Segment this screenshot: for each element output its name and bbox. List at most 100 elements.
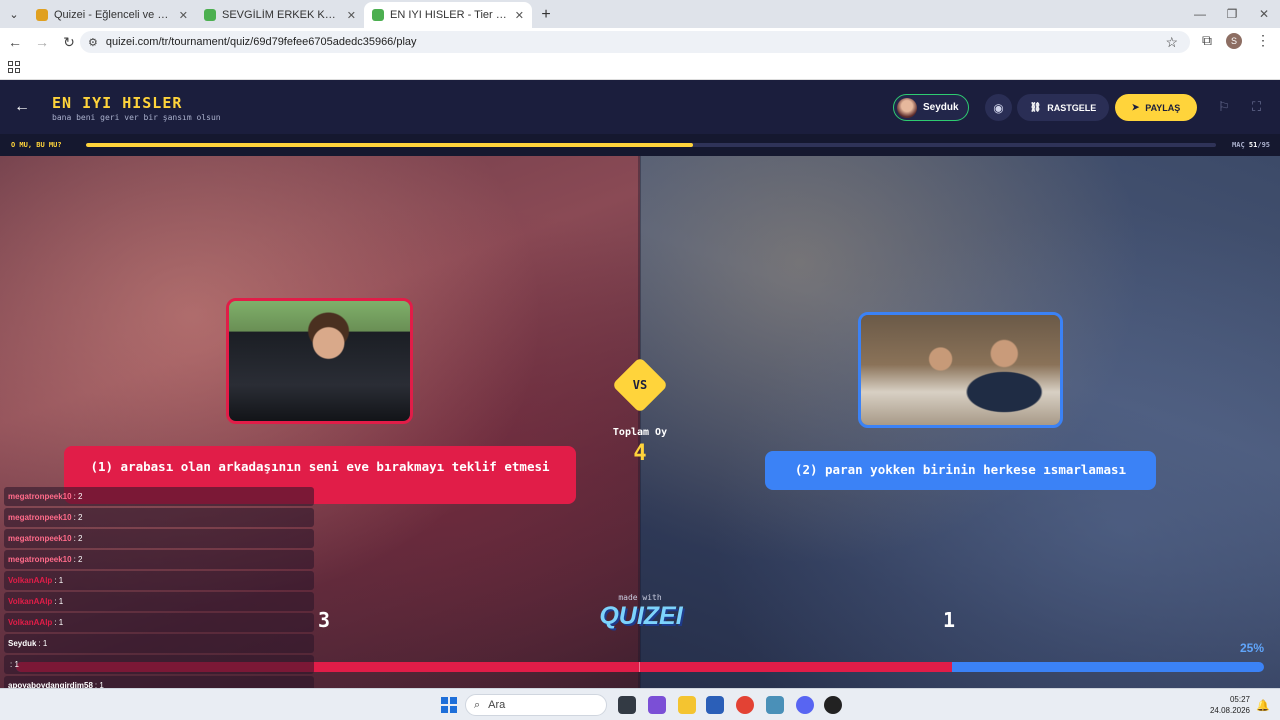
profile-avatar[interactable]: S <box>1226 32 1242 49</box>
tab-favicon <box>204 9 216 21</box>
vote-bar-midpoint <box>639 662 640 672</box>
made-with-label: made with <box>618 593 662 602</box>
browser-tab-3[interactable]: EN IYI HISLER - Tier List, Kör Sı ✕ <box>364 2 532 28</box>
bookmarks-bar <box>0 56 1280 80</box>
minimize-icon[interactable]: — <box>1184 0 1216 28</box>
chat-message: megatronpeek10: 2 <box>4 529 314 548</box>
option2-image[interactable] <box>858 312 1063 428</box>
chat-value: : 1 <box>54 576 64 585</box>
close-icon[interactable]: ✕ <box>179 9 188 22</box>
chat-value: : 1 <box>10 660 19 669</box>
eye-icon[interactable]: ◉ <box>985 94 1012 121</box>
chat-value: : 2 <box>73 534 83 543</box>
extensions-icon[interactable]: ⧉ <box>1202 32 1212 49</box>
browser-tab-strip: ⌄ Quizei - Eğlenceli ve etkileşimli ✕ SE… <box>0 0 1280 28</box>
obs-icon[interactable] <box>824 696 842 714</box>
apps-grid-icon[interactable] <box>8 61 20 73</box>
option1-image[interactable] <box>226 298 413 424</box>
chat-message: : 1 <box>4 655 314 674</box>
tab-title: SEVGİLİM ERKEK KANKASI İLE N <box>222 9 341 21</box>
progress-row: O MU, BU MU? MAÇ 51/95 <box>0 134 1280 156</box>
tab-favicon <box>36 9 48 21</box>
new-tab-button[interactable]: + <box>532 2 560 28</box>
chrome-icon[interactable] <box>736 696 754 714</box>
forward-icon[interactable]: → <box>30 30 54 54</box>
avatar <box>897 97 917 118</box>
option2-percent: 25% <box>1239 641 1264 655</box>
chat-nick: megatronpeek10 <box>8 513 72 522</box>
clock-date: 24.08.2026 <box>1209 706 1250 715</box>
chat-value: : 1 <box>38 639 48 648</box>
random-button[interactable]: ⛓ RASTGELE <box>1017 94 1109 121</box>
browser-tab-2[interactable]: SEVGİLİM ERKEK KANKASI İLE N ✕ <box>196 2 364 28</box>
chat-message: megatronpeek10: 2 <box>4 550 314 569</box>
windows-start-icon[interactable] <box>441 697 457 713</box>
fullscreen-icon[interactable]: ⛶ <box>1252 99 1261 115</box>
copilot-icon[interactable] <box>648 696 666 714</box>
menu-kebab-icon[interactable]: ⋮ <box>1256 32 1270 49</box>
chat-value: : 2 <box>73 492 83 501</box>
bookmark-star-icon[interactable]: ☆ <box>1165 34 1178 51</box>
total-votes-label: Toplam Oy <box>612 427 668 438</box>
system-clock[interactable]: 05:27 24.08.2026 <box>1210 694 1250 716</box>
chat-message: VolkanAAlp: 1 <box>4 613 314 632</box>
user-name: Seyduk <box>923 102 959 113</box>
share-label: PAYLAŞ <box>1145 102 1181 113</box>
tab-favicon <box>372 9 384 21</box>
url-text: quizei.com/tr/tournament/quiz/69d79fefee… <box>105 36 417 48</box>
chat-value: : 2 <box>73 513 83 522</box>
send-icon: ➤ <box>1131 102 1140 112</box>
task-view-icon[interactable] <box>618 696 636 714</box>
user-pill[interactable]: Seyduk <box>893 94 969 121</box>
chat-nick: VolkanAAlp <box>8 618 53 627</box>
chat-nick: megatronpeek10 <box>8 555 72 564</box>
match-prefix: MAÇ <box>1232 141 1245 149</box>
chat-nick: VolkanAAlp <box>8 576 53 585</box>
tab-title: EN IYI HISLER - Tier List, Kör Sı <box>390 9 509 21</box>
quiz-header: ← EN IYI HISLER bana beni geri ver bir ş… <box>0 80 1280 134</box>
window-controls: — ❐ ✕ <box>1184 0 1280 28</box>
address-bar-row: ← → ↻ ⚙ quizei.com/tr/tournament/quiz/69… <box>0 28 1280 56</box>
option1-votes: 3 <box>318 608 331 632</box>
discord-icon[interactable] <box>796 696 814 714</box>
back-icon[interactable]: ← <box>3 30 27 54</box>
notification-bell-icon[interactable]: 🔔 <box>1256 699 1270 712</box>
chat-nick: megatronpeek10 <box>8 534 72 543</box>
clock-time: 05:27 <box>1229 695 1250 704</box>
chat-value: : 1 <box>54 597 64 606</box>
quiz-subtitle: bana beni geri ver bir şansım olsun <box>52 113 221 122</box>
chat-message: VolkanAAlp: 1 <box>4 592 314 611</box>
reload-icon[interactable]: ↻ <box>57 30 81 54</box>
url-field[interactable]: ⚙ quizei.com/tr/tournament/quiz/69d79fef… <box>80 31 1190 53</box>
share-button[interactable]: ➤ PAYLAŞ <box>1115 94 1197 121</box>
total-votes-value: 4 <box>633 441 647 466</box>
close-window-icon[interactable]: ✕ <box>1248 0 1280 28</box>
file-explorer-icon[interactable] <box>678 696 696 714</box>
chat-nick: VolkanAAlp <box>8 597 53 606</box>
progress-label: O MU, BU MU? <box>11 141 62 149</box>
restore-icon[interactable]: ❐ <box>1216 0 1248 28</box>
chat-message: megatronpeek10: 2 <box>4 508 314 527</box>
site-info-icon[interactable]: ⚙ <box>88 36 98 49</box>
search-placeholder: Ara <box>488 699 506 711</box>
app-icon[interactable] <box>766 696 784 714</box>
chat-message: VolkanAAlp: 1 <box>4 571 314 590</box>
random-label: RASTGELE <box>1047 102 1097 113</box>
taskbar-search[interactable]: ⌕ Ara <box>465 694 607 716</box>
match-counter: MAÇ 51/95 <box>1232 141 1270 149</box>
flag-icon[interactable]: ⚐ <box>1218 99 1230 115</box>
close-icon[interactable]: ✕ <box>515 9 524 22</box>
quizei-logo: QUIZEI <box>599 602 683 630</box>
chat-nick: Seyduk <box>8 639 37 648</box>
option2-caption[interactable]: (2) paran yokken birinin herkese ısmarla… <box>765 451 1156 490</box>
back-arrow-icon[interactable]: ← <box>14 98 30 116</box>
tab-search-icon[interactable]: ⌄ <box>0 0 28 28</box>
search-icon: ⌕ <box>474 698 481 711</box>
browser-tab-1[interactable]: Quizei - Eğlenceli ve etkileşimli ✕ <box>28 2 196 28</box>
link-icon: ⛓ <box>1029 102 1042 112</box>
vs-label: VS <box>632 378 648 392</box>
quiz-title: EN IYI HISLER <box>52 94 183 112</box>
store-icon[interactable] <box>706 696 724 714</box>
close-icon[interactable]: ✕ <box>347 9 356 22</box>
chat-message: megatronpeek10: 2 <box>4 487 314 506</box>
